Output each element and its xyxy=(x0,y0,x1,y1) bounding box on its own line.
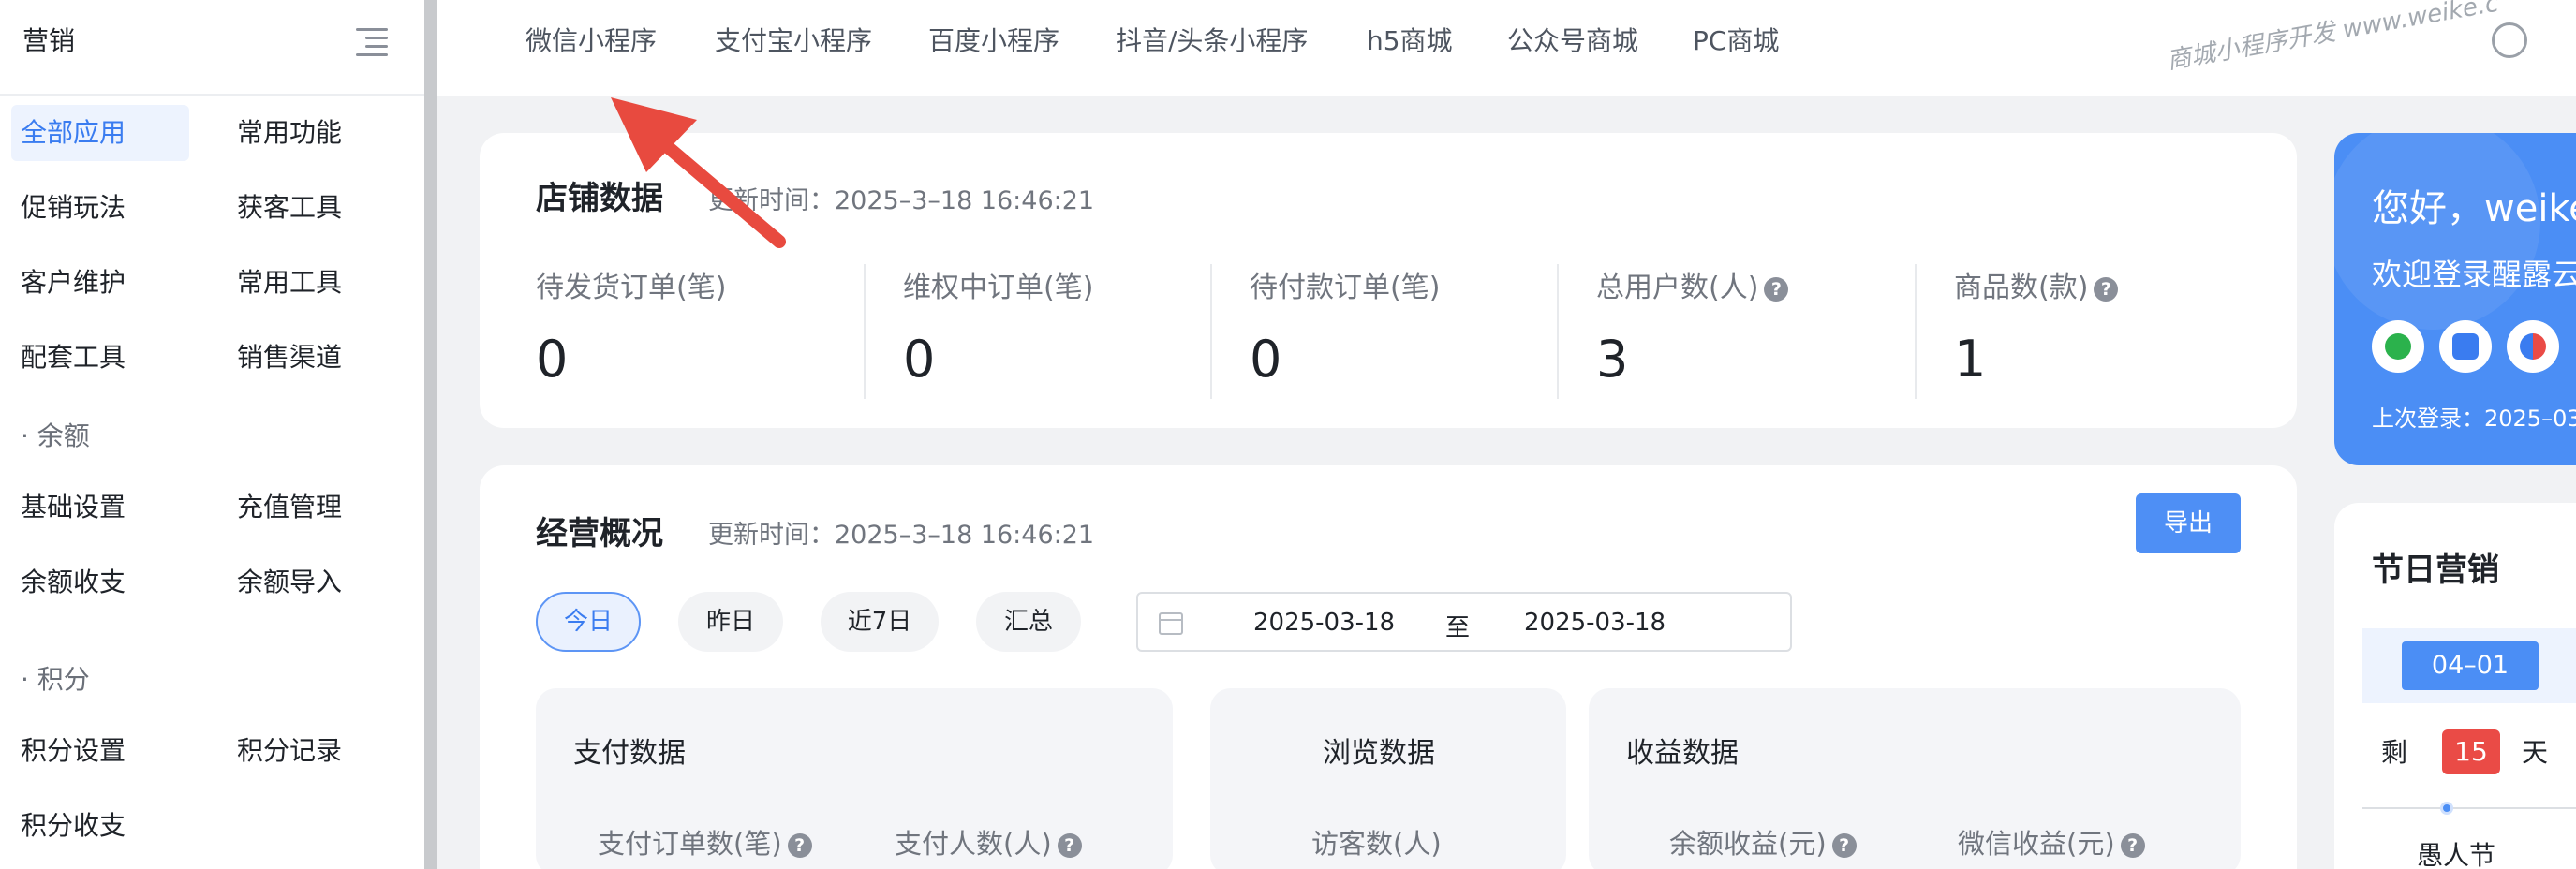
sidebar-item-common[interactable]: 常用功能 xyxy=(237,105,342,161)
pay-orders-label-text: 支付订单数(笔) xyxy=(598,828,782,860)
stat-label-total-users-text: 总用户数(人) xyxy=(1596,272,1759,304)
festival-name: 愚人节 xyxy=(2417,840,2496,869)
stat-label-pending-shipment: 待发货订单(笔) xyxy=(536,272,727,304)
pay-orders-label: 支付订单数(笔)? xyxy=(598,822,812,862)
stat-value-unpaid-orders: 0 xyxy=(1250,330,1282,389)
tab-h5-mall[interactable]: h5商城 xyxy=(1367,21,1453,58)
sidebar-item-customer[interactable]: 客户维护 xyxy=(21,255,126,311)
stat-label-products-text: 商品数(款) xyxy=(1954,272,2089,304)
cube-icon[interactable] xyxy=(2439,320,2492,373)
store-data-card: 店铺数据 更新时间：2025–3–18 16:46:21 待发货订单(笔) 0 … xyxy=(480,133,2297,428)
sidebar: 营销 全部应用 常用功能 促销玩法 获客工具 客户维护 常用工具 配套工具 销售… xyxy=(0,0,424,869)
stat-label-rights-orders: 维权中订单(笔) xyxy=(903,272,1094,304)
store-data-title: 店铺数据 xyxy=(536,180,663,217)
festival-title: 节日营销 xyxy=(2372,552,2499,589)
remain-suffix: 天 xyxy=(2522,737,2549,768)
stat-value-products: 1 xyxy=(1954,330,1987,389)
remain-prefix: 剩 xyxy=(2381,737,2408,768)
range-total-button[interactable]: 汇总 xyxy=(976,592,1081,652)
tab-pc-mall[interactable]: PC商城 xyxy=(1693,21,1779,58)
date-separator: 至 xyxy=(1445,614,1471,642)
welcome-message: 欢迎登录醒露云 xyxy=(2372,257,2576,292)
sidebar-item-balance-import[interactable]: 余额导入 xyxy=(237,554,342,611)
stat-value-total-users: 3 xyxy=(1596,330,1629,389)
range-yesterday-button[interactable]: 昨日 xyxy=(678,592,783,652)
sidebar-item-tools[interactable]: 常用工具 xyxy=(237,255,342,311)
sidebar-section-points: · 积分 xyxy=(21,664,90,695)
wechat-income-label: 微信收益(元)? xyxy=(1958,822,2145,862)
sidebar-scrollbar[interactable] xyxy=(424,0,437,869)
balance-income-label: 余额收益(元)? xyxy=(1669,822,1857,862)
stat-value-pending-shipment: 0 xyxy=(536,330,569,389)
last-login: 上次登录：2025–03 xyxy=(2372,405,2576,432)
pay-users-label-text: 支付人数(人) xyxy=(895,828,1052,860)
stat-divider xyxy=(864,264,866,399)
visitors-label: 访客数(人) xyxy=(1311,828,1442,860)
pay-data-title: 支付数据 xyxy=(573,737,686,770)
range-7days-button[interactable]: 近7日 xyxy=(821,592,939,652)
balance-income-label-text: 余额收益(元) xyxy=(1669,828,1827,860)
sidebar-item-points-records[interactable]: 积分记录 xyxy=(237,723,342,779)
tab-baidu-miniprogram[interactable]: 百度小程序 xyxy=(928,21,1059,58)
sidebar-item-all-apps[interactable]: 全部应用 xyxy=(11,105,189,161)
store-data-update-time: 更新时间：2025–3–18 16:46:21 xyxy=(708,186,1095,215)
business-update-time: 更新时间：2025–3–18 16:46:21 xyxy=(708,521,1095,550)
help-icon[interactable]: ? xyxy=(2094,276,2119,302)
timeline xyxy=(2362,807,2576,809)
date-start[interactable]: 2025-03-18 xyxy=(1253,609,1395,637)
sidebar-header: 营销 xyxy=(0,0,424,96)
watermark-logo-icon xyxy=(2492,22,2527,58)
pay-users-label: 支付人数(人)? xyxy=(895,822,1082,862)
tab-wechat-miniprogram[interactable]: 微信小程序 xyxy=(526,21,657,58)
sidebar-title: 营销 xyxy=(22,25,76,56)
sidebar-item-points-settings[interactable]: 积分设置 xyxy=(21,723,126,779)
link-icon[interactable] xyxy=(2372,320,2424,373)
calendar-icon xyxy=(1159,612,1183,635)
help-icon[interactable]: ? xyxy=(1764,276,1789,302)
sidebar-item-balance-flow[interactable]: 余额收支 xyxy=(21,554,126,611)
festival-date[interactable]: 04–01 xyxy=(2402,641,2539,690)
stat-divider xyxy=(1915,264,1917,399)
sidebar-section-balance: · 余额 xyxy=(21,420,90,451)
tab-official-account-mall[interactable]: 公众号商城 xyxy=(1507,21,1638,58)
date-end[interactable]: 2025-03-18 xyxy=(1524,609,1666,637)
festival-marketing-panel: 节日营销 04–01 剩 15 天 愚人节 xyxy=(2334,503,2576,869)
help-icon[interactable]: ? xyxy=(1057,833,1082,858)
help-icon[interactable]: ? xyxy=(2120,833,2145,858)
welcome-hello: 您好，weike xyxy=(2372,187,2576,230)
sidebar-item-promotion[interactable]: 促销玩法 xyxy=(21,180,126,236)
remain-days-badge: 15 xyxy=(2442,729,2500,774)
date-range-picker[interactable]: 2025-03-18 至 2025-03-18 xyxy=(1136,592,1792,652)
export-button[interactable]: 导出 xyxy=(2136,493,2241,553)
range-today-button[interactable]: 今日 xyxy=(536,592,641,652)
tab-douyin-miniprogram[interactable]: 抖音/头条小程序 xyxy=(1116,21,1308,58)
sidebar-item-recharge[interactable]: 充值管理 xyxy=(237,479,342,536)
wechat-income-label-text: 微信收益(元) xyxy=(1958,828,2115,860)
brand-icon[interactable] xyxy=(2507,320,2559,373)
stat-divider xyxy=(1210,264,1212,399)
stat-label-unpaid-orders: 待付款订单(笔) xyxy=(1250,272,1441,304)
help-icon[interactable]: ? xyxy=(787,833,812,858)
income-data-title: 收益数据 xyxy=(1626,737,1739,770)
browse-data-title: 浏览数据 xyxy=(1323,737,1435,770)
stat-value-rights-orders: 0 xyxy=(903,330,936,389)
stat-label-products: 商品数(款)? xyxy=(1954,264,2119,305)
sidebar-item-sales-channel[interactable]: 销售渠道 xyxy=(237,330,342,386)
stat-divider xyxy=(1557,264,1559,399)
business-overview-title: 经营概况 xyxy=(536,515,663,552)
welcome-panel: 您好，weike 欢迎登录醒露云 上次登录：2025–03 xyxy=(2334,133,2576,465)
sidebar-item-points-flow[interactable]: 积分收支 xyxy=(21,798,126,854)
sidebar-item-basic-settings[interactable]: 基础设置 xyxy=(21,479,126,536)
hamburger-icon[interactable] xyxy=(356,24,388,58)
tab-alipay-miniprogram[interactable]: 支付宝小程序 xyxy=(715,21,872,58)
timeline-dot xyxy=(2440,802,2453,815)
help-icon[interactable]: ? xyxy=(1831,833,1857,858)
sidebar-item-acquire[interactable]: 获客工具 xyxy=(237,180,342,236)
stat-label-total-users: 总用户数(人)? xyxy=(1596,264,1789,305)
sidebar-item-support-tools[interactable]: 配套工具 xyxy=(21,330,126,386)
